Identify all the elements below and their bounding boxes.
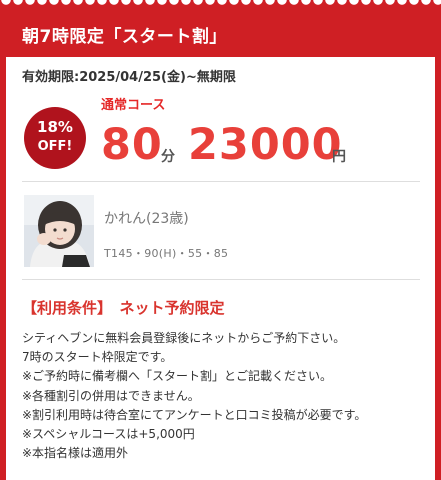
course-name: 通常コース — [101, 98, 166, 113]
condition-line: 7時のスタート枠限定です。 — [22, 350, 173, 365]
avatar-photo-icon — [24, 195, 94, 267]
divider — [22, 279, 420, 280]
divider — [22, 181, 420, 182]
condition-line: ※割引利用時は待合室にてアンケートと口コミ投稿が必要です。 — [22, 407, 367, 422]
minutes-unit: 分 — [161, 149, 175, 165]
discount-badge: 18% OFF! — [24, 107, 86, 169]
condition-line: ※各種割引の併用はできません。 — [22, 388, 200, 403]
coupon-header: 朝7時限定「スタート割」 — [0, 8, 441, 57]
condition-line: ※スペシャルコースは+5,000円 — [22, 427, 195, 442]
coupon-title: 朝7時限定「スタート割」 — [22, 27, 227, 47]
girl-name[interactable]: かれん(23歳) — [104, 208, 189, 228]
course-price: 23000 — [188, 120, 343, 170]
price-unit: 円 — [332, 149, 346, 165]
course-minutes: 80 — [101, 120, 163, 170]
discount-off-label: OFF! — [37, 139, 73, 154]
validity-period: 有効期限:2025/04/25(金)~無期限 — [22, 70, 236, 85]
discount-percent: 18% — [37, 118, 73, 136]
girl-stats: T145・90(H)・55・85 — [104, 247, 229, 260]
conditions-title: 【利用条件】 ネット予約限定 — [22, 299, 225, 317]
condition-line: ※本指名様は適用外 — [22, 446, 129, 461]
condition-line: シティヘブンに無料会員登録後にネットからご予約下さい。 — [22, 331, 346, 345]
condition-line: ※ご予約時に備考欄へ「スタート割」とご記載ください。 — [22, 369, 333, 384]
header-scallop-edge — [0, 0, 441, 8]
conditions-list: シティヘブンに無料会員登録後にネットからご予約下さい。 7時のスタート枠限定です… — [22, 329, 427, 463]
girl-avatar[interactable] — [24, 195, 94, 267]
